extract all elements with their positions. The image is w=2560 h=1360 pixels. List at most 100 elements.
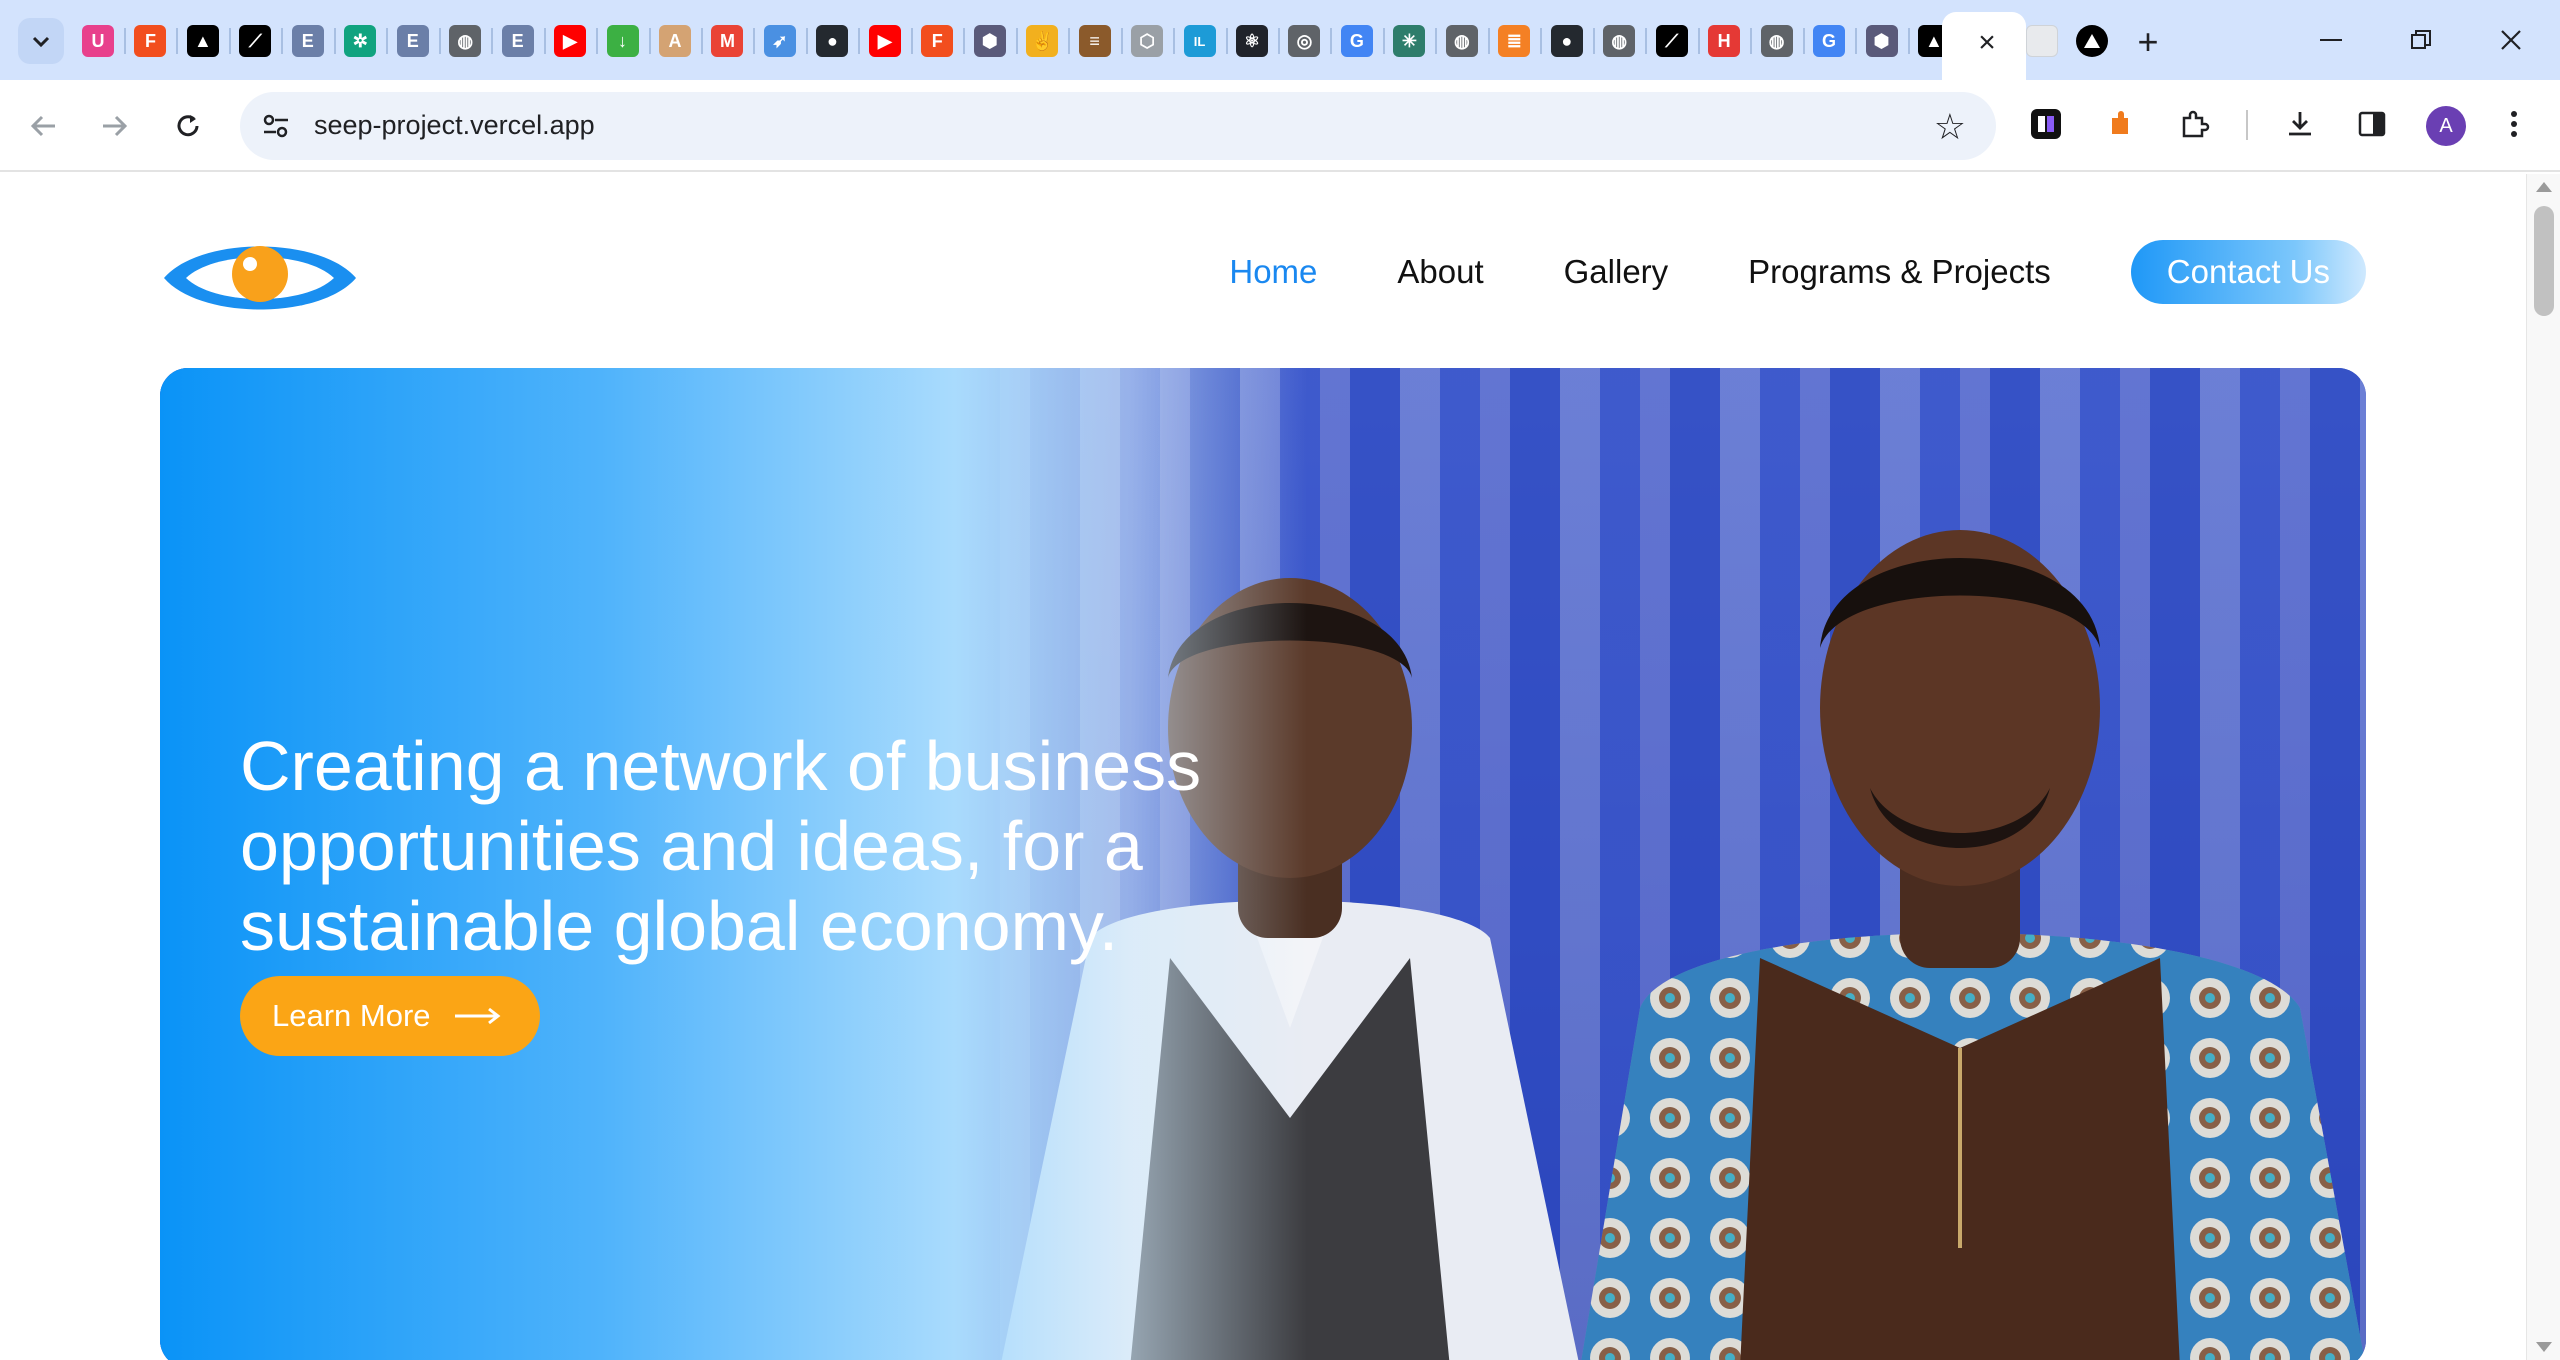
tab-separator bbox=[1487, 28, 1490, 54]
scrollbar-thumb[interactable] bbox=[2534, 206, 2554, 316]
tab-separator bbox=[1855, 28, 1858, 54]
hero-banner: Creating a network of business opportuni… bbox=[160, 368, 2366, 1360]
vercel-icon[interactable]: ▲ bbox=[186, 25, 219, 57]
burger-icon[interactable]: ≡ bbox=[1078, 25, 1111, 57]
youtube-icon[interactable]: ▶ bbox=[868, 25, 901, 57]
active-tab[interactable]: × bbox=[1942, 12, 2026, 80]
nav-home[interactable]: Home bbox=[1229, 253, 1317, 291]
openai-icon[interactable]: ✲ bbox=[344, 25, 377, 57]
menu-kebab-icon[interactable] bbox=[2494, 104, 2534, 144]
tab-separator bbox=[1750, 28, 1753, 54]
shield-icon[interactable]: ⬢ bbox=[1865, 25, 1898, 57]
tab-separator bbox=[333, 28, 336, 54]
tab-separator bbox=[1068, 28, 1071, 54]
youtube-icon[interactable]: ▶ bbox=[554, 25, 587, 57]
tab-strip: U F ▲ ⟋ E ✲ E ◍ E ▶ ↓ A M ➶ ● ▶ F ⬢ ✌ ≡ ⬡ IL ⚛ ◎ G ✳ ◍ ≣ ● ◍ ⟋ H ◍ G ⬢ ▲ × … bbox=[0, 0, 2560, 80]
extension-puzzle-orange-icon[interactable] bbox=[2100, 104, 2140, 144]
tab-separator bbox=[1278, 28, 1281, 54]
tab-separator bbox=[1382, 28, 1385, 54]
tab-separator bbox=[1015, 28, 1018, 54]
url-text[interactable]: seep-project.vercel.app bbox=[314, 110, 595, 141]
close-tab-icon[interactable]: × bbox=[1972, 28, 2002, 58]
reload-icon bbox=[177, 115, 199, 137]
link-icon[interactable]: ⟋ bbox=[1655, 25, 1688, 57]
globe-icon[interactable]: ◍ bbox=[1603, 25, 1636, 57]
chevron-down-icon bbox=[32, 36, 50, 48]
nav-gallery[interactable]: Gallery bbox=[1564, 253, 1669, 291]
gmail-icon[interactable]: M bbox=[711, 25, 744, 57]
scroll-up-arrow-icon[interactable] bbox=[2536, 182, 2552, 192]
tab-separator bbox=[543, 28, 546, 54]
blank-page-icon[interactable] bbox=[2026, 25, 2058, 57]
figma-icon[interactable]: F bbox=[921, 25, 954, 57]
unknown-u-icon[interactable]: U bbox=[82, 25, 114, 57]
extensions-puzzle-icon[interactable] bbox=[2174, 104, 2214, 144]
tab-separator bbox=[596, 28, 599, 54]
stackoverflow-icon[interactable]: ≣ bbox=[1498, 25, 1531, 57]
tab-separator bbox=[438, 28, 441, 54]
ebsco-icon[interactable]: E bbox=[396, 25, 429, 57]
link-icon[interactable]: ⟋ bbox=[239, 25, 272, 57]
side-panel-icon[interactable] bbox=[2352, 104, 2392, 144]
close-window-button[interactable] bbox=[2476, 18, 2546, 62]
minimize-button[interactable] bbox=[2296, 18, 2366, 62]
sparkle-icon[interactable]: ✳ bbox=[1393, 25, 1426, 57]
forward-button[interactable] bbox=[88, 100, 140, 152]
bookmark-star-icon[interactable]: ☆ bbox=[1934, 106, 1966, 148]
rocket-icon[interactable]: ➶ bbox=[763, 25, 796, 57]
arrow-right-icon bbox=[454, 1007, 500, 1025]
extension-icon[interactable] bbox=[2026, 104, 2066, 144]
address-bar[interactable]: seep-project.vercel.app ☆ bbox=[240, 92, 1996, 160]
intellij-icon[interactable]: IL bbox=[1183, 25, 1216, 57]
scroll-down-arrow-icon[interactable] bbox=[2536, 1342, 2552, 1352]
tab-separator bbox=[1697, 28, 1700, 54]
tab-separator bbox=[963, 28, 966, 54]
download-icon[interactable]: ↓ bbox=[606, 25, 639, 57]
ebsco-icon[interactable]: E bbox=[291, 25, 324, 57]
tab-separator bbox=[1120, 28, 1123, 54]
nav-programs-projects[interactable]: Programs & Projects bbox=[1748, 253, 2051, 291]
vercel-icon[interactable] bbox=[2076, 25, 2108, 57]
chrome-icon[interactable]: ◎ bbox=[1288, 25, 1321, 57]
peace-hand-icon[interactable]: ✌ bbox=[1026, 25, 1059, 57]
new-tab-button[interactable]: + bbox=[2128, 22, 2168, 62]
eye-logo-icon[interactable] bbox=[160, 228, 360, 328]
back-arrow-icon bbox=[30, 115, 55, 137]
profile-avatar[interactable]: A bbox=[2426, 106, 2466, 146]
google-icon[interactable]: G bbox=[1813, 25, 1846, 57]
tab-separator bbox=[1645, 28, 1648, 54]
tab-separator bbox=[805, 28, 808, 54]
react-icon[interactable]: ⚛ bbox=[1236, 25, 1269, 57]
tab-separator bbox=[1330, 28, 1333, 54]
github-icon[interactable]: ● bbox=[1550, 25, 1583, 57]
restore-button[interactable] bbox=[2386, 18, 2456, 62]
contact-us-button[interactable]: Contact Us bbox=[2130, 240, 2366, 304]
tab-separator bbox=[124, 28, 126, 54]
page-scrollbar[interactable] bbox=[2526, 174, 2560, 1360]
github-icon[interactable]: ● bbox=[816, 25, 849, 57]
anthropic-icon[interactable]: A bbox=[659, 25, 692, 57]
tab-separator bbox=[910, 28, 913, 54]
tab-separator bbox=[1907, 28, 1910, 54]
reload-button[interactable] bbox=[162, 100, 214, 152]
back-button[interactable] bbox=[18, 100, 70, 152]
site-settings-icon[interactable] bbox=[258, 108, 294, 144]
tab-separator bbox=[1173, 28, 1176, 54]
tab-separator bbox=[1802, 28, 1805, 54]
globe-icon[interactable]: ◍ bbox=[449, 25, 482, 57]
downloads-icon[interactable] bbox=[2280, 104, 2320, 144]
h-icon[interactable]: H bbox=[1708, 25, 1741, 57]
figma-icon[interactable]: F bbox=[134, 25, 167, 57]
ebsco-icon[interactable]: E bbox=[501, 25, 534, 57]
tab-separator bbox=[386, 28, 389, 54]
tab-search-button[interactable] bbox=[18, 18, 64, 64]
forward-arrow-icon bbox=[103, 115, 128, 137]
learn-more-button[interactable]: Learn More bbox=[240, 976, 540, 1056]
shield-icon[interactable]: ⬢ bbox=[973, 25, 1006, 57]
hexagon-icon[interactable]: ⬡ bbox=[1131, 25, 1164, 57]
nav-about[interactable]: About bbox=[1397, 253, 1483, 291]
tab-separator bbox=[1540, 28, 1543, 54]
google-icon[interactable]: G bbox=[1340, 25, 1373, 57]
globe-icon[interactable]: ◍ bbox=[1760, 25, 1793, 57]
globe-icon[interactable]: ◍ bbox=[1445, 25, 1478, 57]
